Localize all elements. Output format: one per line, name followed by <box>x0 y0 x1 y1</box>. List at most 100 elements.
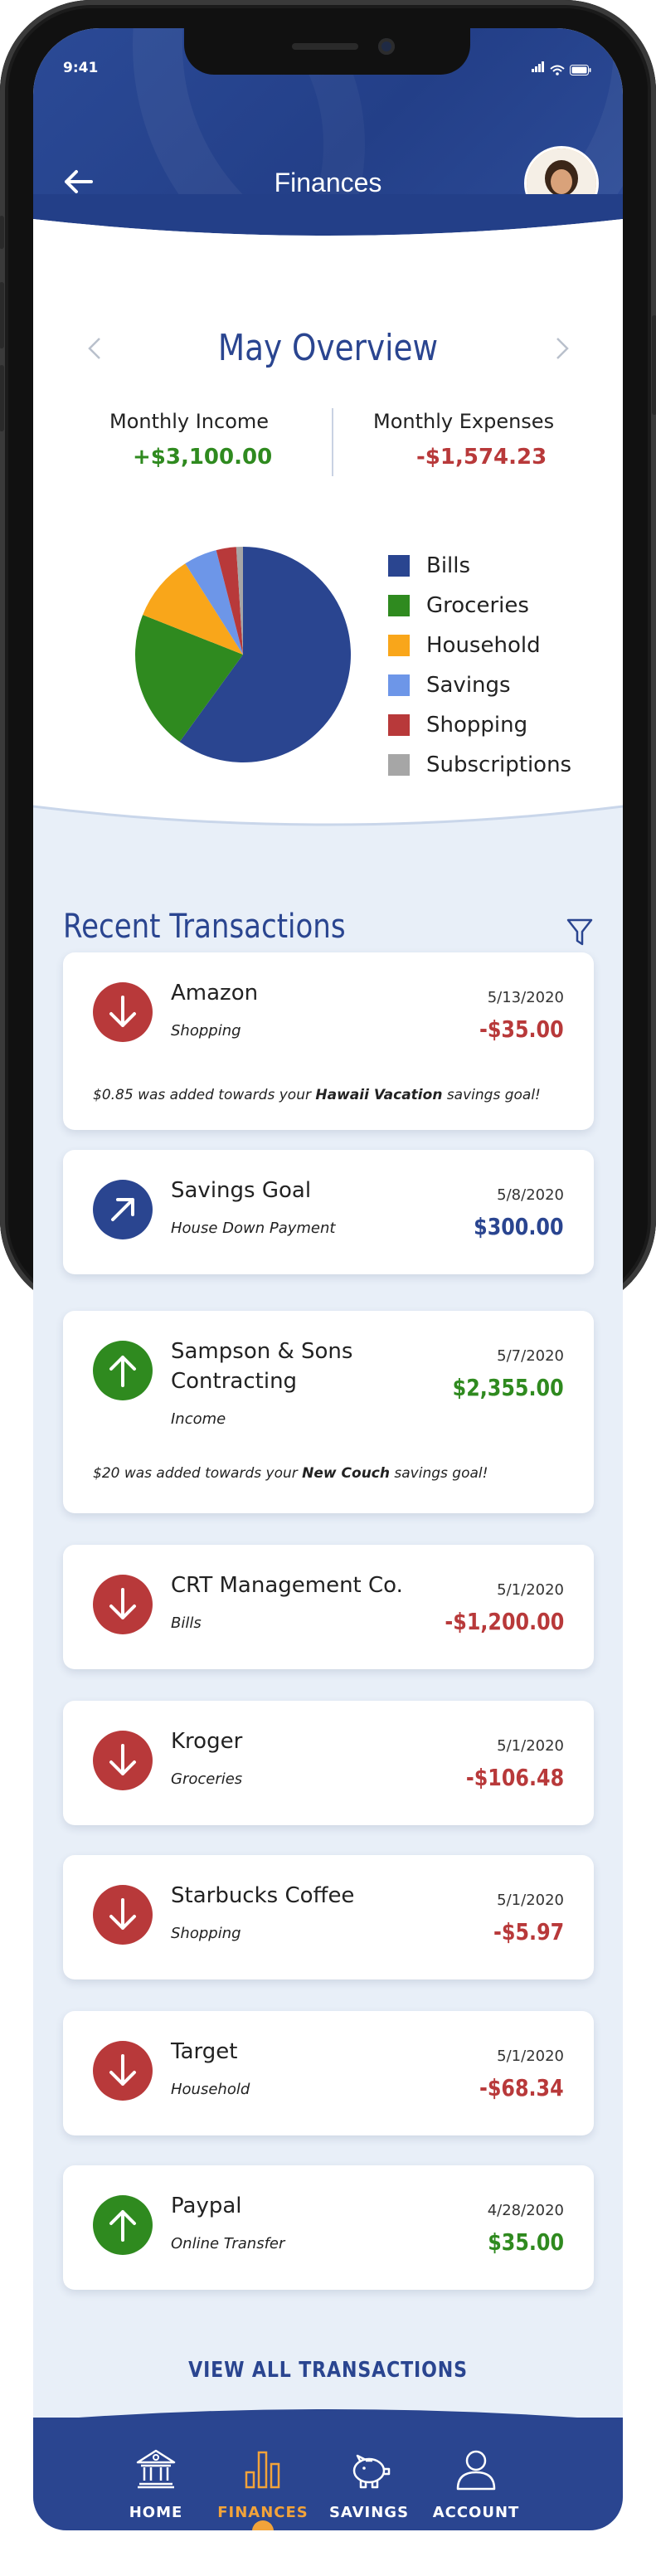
speaker-grille <box>292 43 358 50</box>
legend-label: Household <box>426 633 541 658</box>
expense-pie-chart <box>134 547 351 762</box>
view-all-link[interactable]: VIEW ALL TRANSACTIONS <box>77 2358 578 2383</box>
status-icons <box>532 60 591 75</box>
legend-label: Subscriptions <box>426 752 572 777</box>
overview-divider <box>332 408 333 476</box>
transaction-date: 5/1/2020 <box>497 2048 564 2065</box>
app-screen: 9:41 Finances May Overview Monthly Incom… <box>33 28 623 2530</box>
wifi-icon <box>550 65 565 75</box>
transaction-date: 5/1/2020 <box>497 1581 564 1599</box>
nav-label: SAVINGS <box>328 2504 410 2521</box>
chart-legend: Bills Groceries Household Savings Shopping Su… <box>388 546 571 785</box>
transaction-name: Kroger <box>171 1729 243 1754</box>
bank-icon <box>136 2449 176 2489</box>
legend-item: Household <box>388 626 571 665</box>
legend-swatch <box>388 555 410 577</box>
filter-icon[interactable] <box>566 918 594 947</box>
transaction-card[interactable]: Amazon Shopping 5/13/2020 -$35.00 $0.85 was … <box>63 952 594 1130</box>
volume-down-button <box>0 365 4 431</box>
arrow-down-icon <box>93 982 153 1042</box>
legend-swatch <box>388 595 410 616</box>
legend-swatch <box>388 674 410 696</box>
transaction-category: House Down Payment <box>171 1220 336 1237</box>
savings-goal-name: Hawaii Vacation <box>315 1087 443 1103</box>
signal-icon <box>532 60 545 75</box>
legend-swatch <box>388 754 410 776</box>
transaction-card[interactable]: Paypal Online Transfer 4/28/2020 $35.00 <box>63 2165 594 2290</box>
status-time: 9:41 <box>63 60 99 76</box>
legend-item: Subscriptions <box>388 745 571 785</box>
arrow-up-icon <box>93 2195 153 2255</box>
legend-item: Shopping <box>388 705 571 745</box>
transaction-name: Paypal <box>171 2194 242 2218</box>
transaction-date: 4/28/2020 <box>487 2202 564 2219</box>
section-title: Recent Transactions <box>63 908 346 946</box>
nav-label: HOME <box>129 2504 183 2521</box>
legend-swatch <box>388 635 410 656</box>
active-nav-indicator <box>252 2520 274 2530</box>
volume-up-button <box>0 282 4 348</box>
transaction-name: Amazon <box>171 981 259 1006</box>
transaction-amount: -$35.00 <box>479 1015 564 1043</box>
arrow-up-right-icon <box>93 1180 153 1239</box>
battery-icon <box>570 65 591 75</box>
nav-label: ACCOUNT <box>432 2504 520 2521</box>
nav-savings[interactable]: SAVINGS <box>307 2446 431 2521</box>
transaction-name: Savings Goal <box>171 1178 312 1203</box>
mute-switch <box>0 216 4 249</box>
income-value: +$3,100.00 <box>133 445 273 470</box>
header-curve <box>33 194 623 236</box>
expenses-value: -$1,574.23 <box>416 445 547 470</box>
arrow-down-icon <box>93 1885 153 1945</box>
transaction-card[interactable]: CRT Management Co. Bills 5/1/2020 -$1,200.0… <box>63 1545 594 1669</box>
nav-account[interactable]: ACCOUNT <box>414 2446 538 2521</box>
note-text: $0.85 was added towards your <box>93 1087 316 1103</box>
transaction-card[interactable]: Kroger Groceries 5/1/2020 -$106.48 <box>63 1701 594 1825</box>
transaction-category: Shopping <box>171 1925 241 1942</box>
savings-note: $20 was added towards your New Couch sav… <box>93 1465 488 1482</box>
legend-swatch <box>388 714 410 736</box>
transaction-amount: -$68.34 <box>479 2074 564 2101</box>
power-button <box>652 315 656 415</box>
legend-label: Savings <box>426 673 511 698</box>
bar-chart-icon <box>245 2451 280 2489</box>
nav-home[interactable]: HOME <box>94 2446 218 2521</box>
chevron-right-icon[interactable] <box>552 335 572 362</box>
transaction-card[interactable]: Sampson & Sons Contracting Income 5/7/2020 $… <box>63 1311 594 1513</box>
transaction-date: 5/7/2020 <box>497 1347 564 1365</box>
bottom-nav: HOME FINANCES SAVINGS ACCOUNT <box>33 2409 623 2530</box>
legend-label: Shopping <box>426 713 528 738</box>
savings-note: $0.85 was added towards your Hawaii Vaca… <box>93 1087 541 1103</box>
legend-label: Bills <box>426 553 471 578</box>
overview-bottom-curve <box>33 783 623 826</box>
expenses-label: Monthly Expenses <box>373 410 555 433</box>
transaction-date: 5/13/2020 <box>487 989 564 1006</box>
transaction-category: Bills <box>171 1614 202 1632</box>
transaction-amount: $2,355.00 <box>452 1374 564 1401</box>
transaction-card[interactable]: Target Household 5/1/2020 -$68.34 <box>63 2011 594 2135</box>
transaction-date: 5/1/2020 <box>497 1737 564 1755</box>
transaction-category: Groceries <box>171 1770 243 1788</box>
transaction-name: Sampson & Sons <box>171 1339 353 1364</box>
transaction-category: Income <box>171 1410 226 1428</box>
user-icon <box>456 2450 496 2491</box>
transaction-name: Target <box>171 2039 238 2064</box>
note-text: $20 was added towards your <box>93 1465 303 1482</box>
savings-goal-name: New Couch <box>302 1465 390 1482</box>
legend-item: Bills <box>388 546 571 586</box>
transaction-amount: $35.00 <box>488 2228 564 2256</box>
transaction-amount: -$5.97 <box>493 1918 564 1945</box>
transaction-card[interactable]: Savings Goal House Down Payment 5/8/2020 $3… <box>63 1150 594 1274</box>
arrow-down-icon <box>93 1575 153 1634</box>
transaction-date: 5/8/2020 <box>497 1186 564 1204</box>
piggy-bank-icon <box>352 2454 391 2489</box>
front-camera <box>378 38 395 55</box>
transaction-name: Starbucks Coffee <box>171 1883 355 1908</box>
transaction-amount: -$1,200.00 <box>445 1608 564 1635</box>
transaction-amount: $300.00 <box>474 1213 564 1240</box>
arrow-down-icon <box>93 1731 153 1790</box>
transaction-card[interactable]: Starbucks Coffee Shopping 5/1/2020 -$5.97 <box>63 1855 594 1979</box>
transaction-name: CRT Management Co. <box>171 1573 403 1598</box>
note-text: savings goal! <box>442 1087 541 1103</box>
transaction-amount: -$106.48 <box>465 1764 564 1791</box>
